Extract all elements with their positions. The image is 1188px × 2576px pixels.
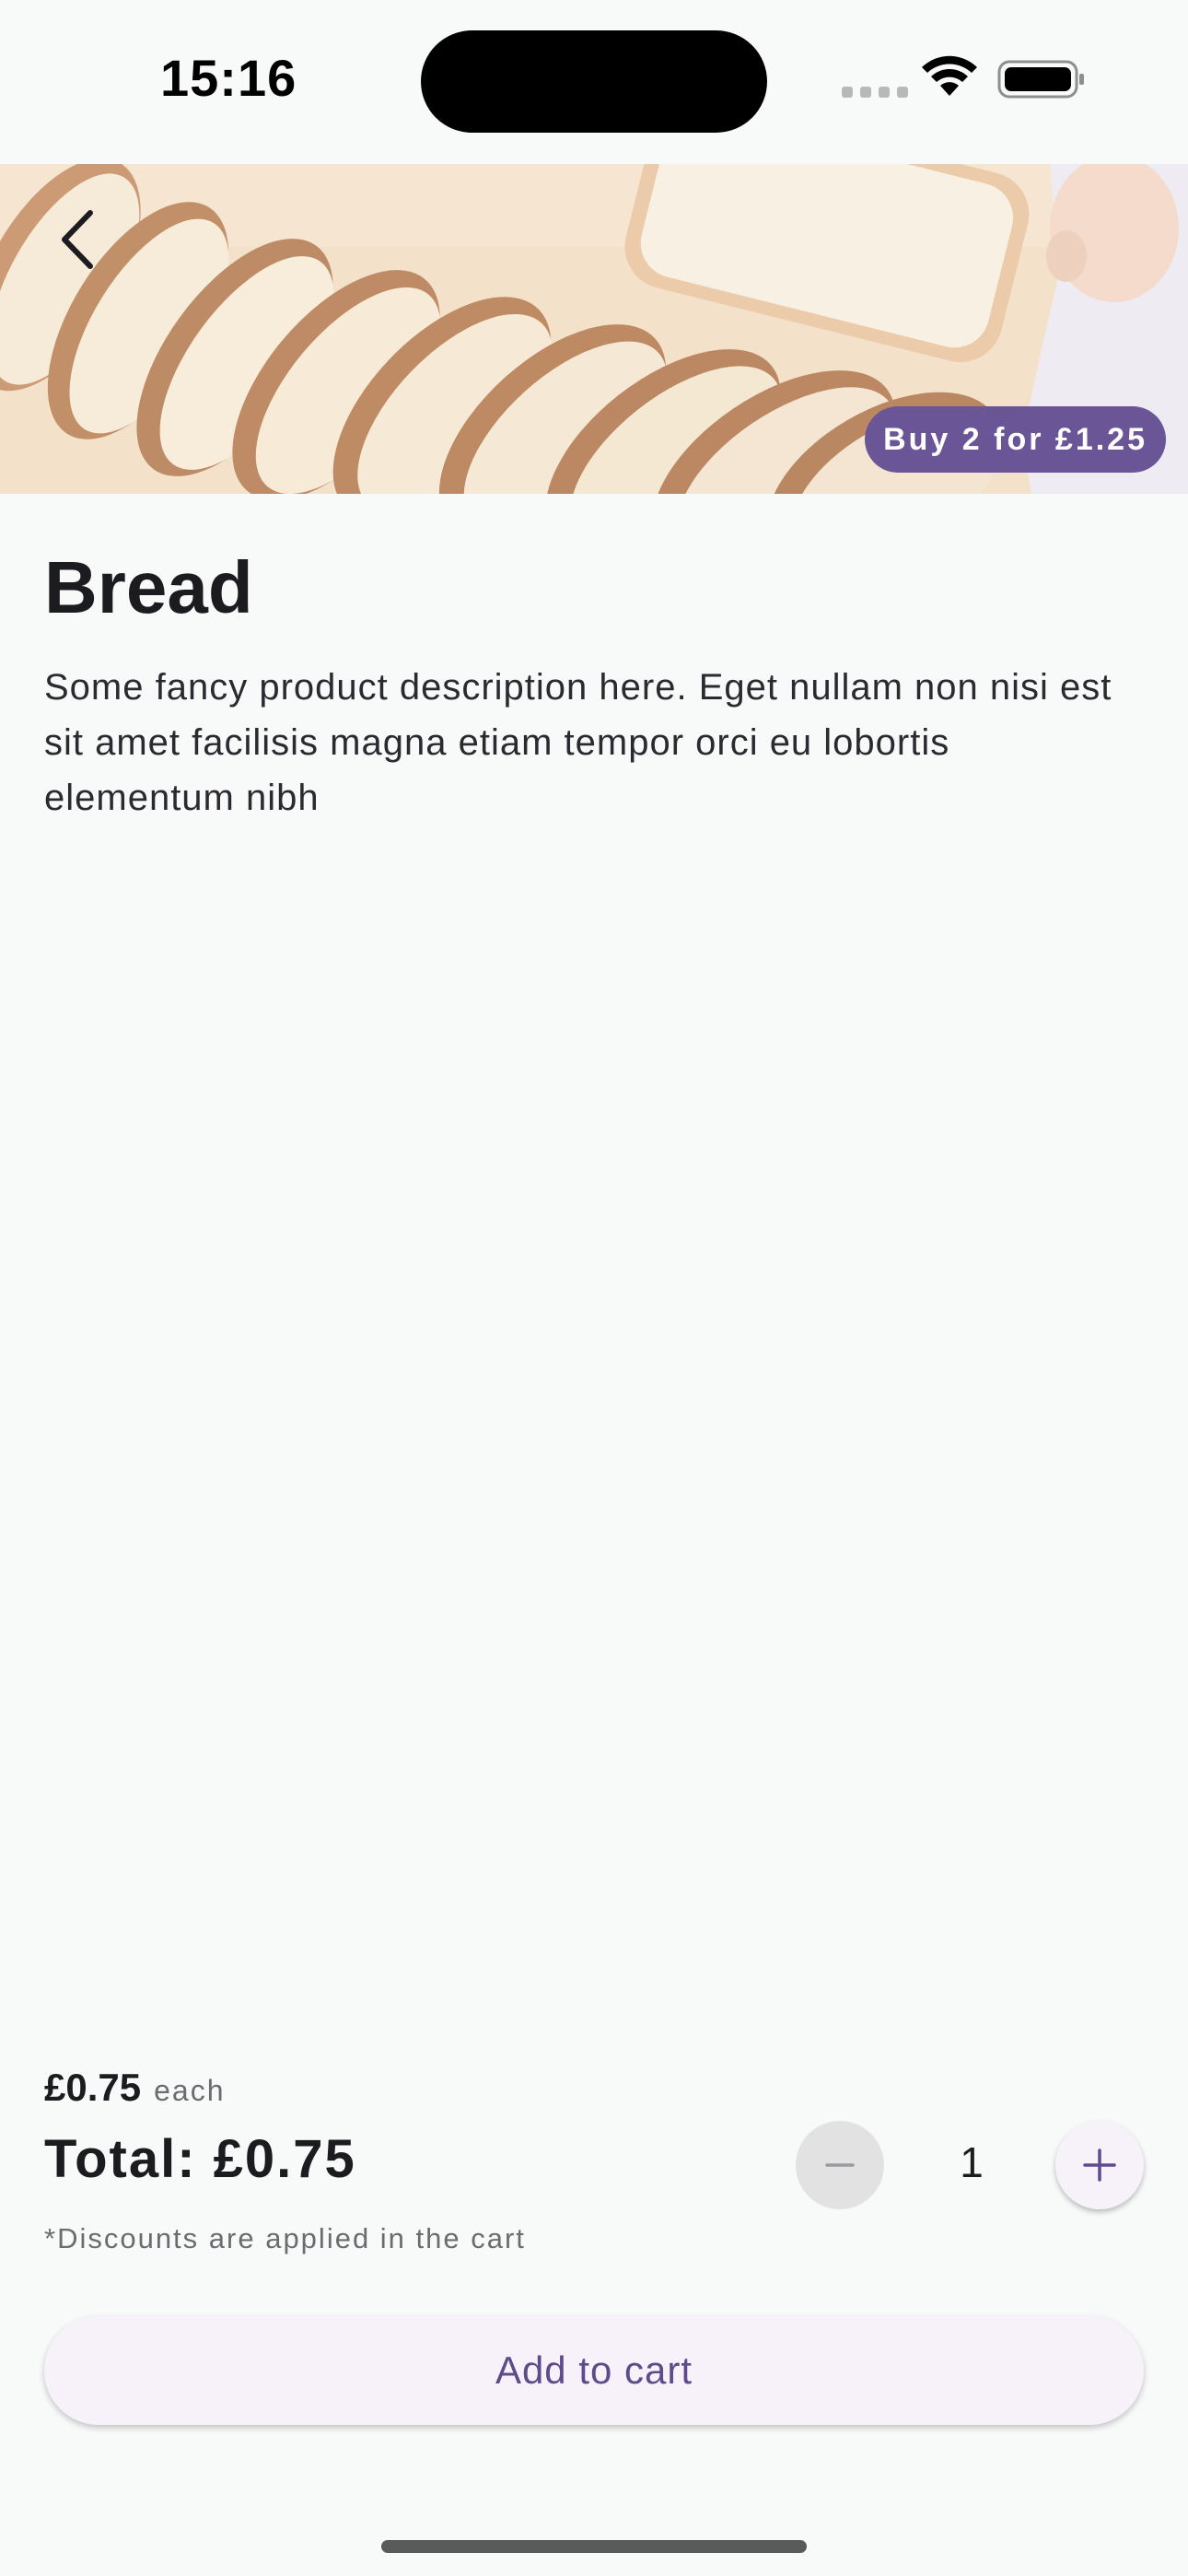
product-title: Bread (44, 546, 253, 628)
discount-note: *Discounts are applied in the cart (44, 2222, 526, 2254)
add-to-cart-button[interactable]: Add to cart (44, 2316, 1144, 2425)
quantity-value: 1 (960, 2138, 984, 2186)
unit-price-amount: £0.75 (44, 2066, 142, 2109)
back-button[interactable] (44, 203, 111, 276)
decrement-quantity-button[interactable] (796, 2121, 884, 2209)
product-image: Buy 2 for £1.25 (0, 164, 1188, 494)
dynamic-island (421, 30, 767, 133)
wifi-icon (922, 55, 977, 96)
battery-icon (997, 60, 1084, 99)
plus-icon (1083, 2149, 1116, 2182)
status-time: 15:16 (160, 49, 297, 107)
cellular-signal-icon (842, 87, 908, 98)
minus-icon (825, 2163, 855, 2167)
status-bar: 15:16 (0, 0, 1188, 164)
deal-badge: Buy 2 for £1.25 (865, 406, 1166, 473)
increment-quantity-button[interactable] (1055, 2121, 1144, 2209)
total-price: Total: £0.75 (44, 2129, 356, 2189)
home-indicator[interactable] (381, 2540, 807, 2553)
unit-price: £0.75 each (44, 2066, 226, 2110)
chevron-left-icon (62, 210, 93, 269)
unit-price-label: each (154, 2074, 226, 2107)
product-description: Some fancy product description here. Ege… (44, 667, 1112, 818)
